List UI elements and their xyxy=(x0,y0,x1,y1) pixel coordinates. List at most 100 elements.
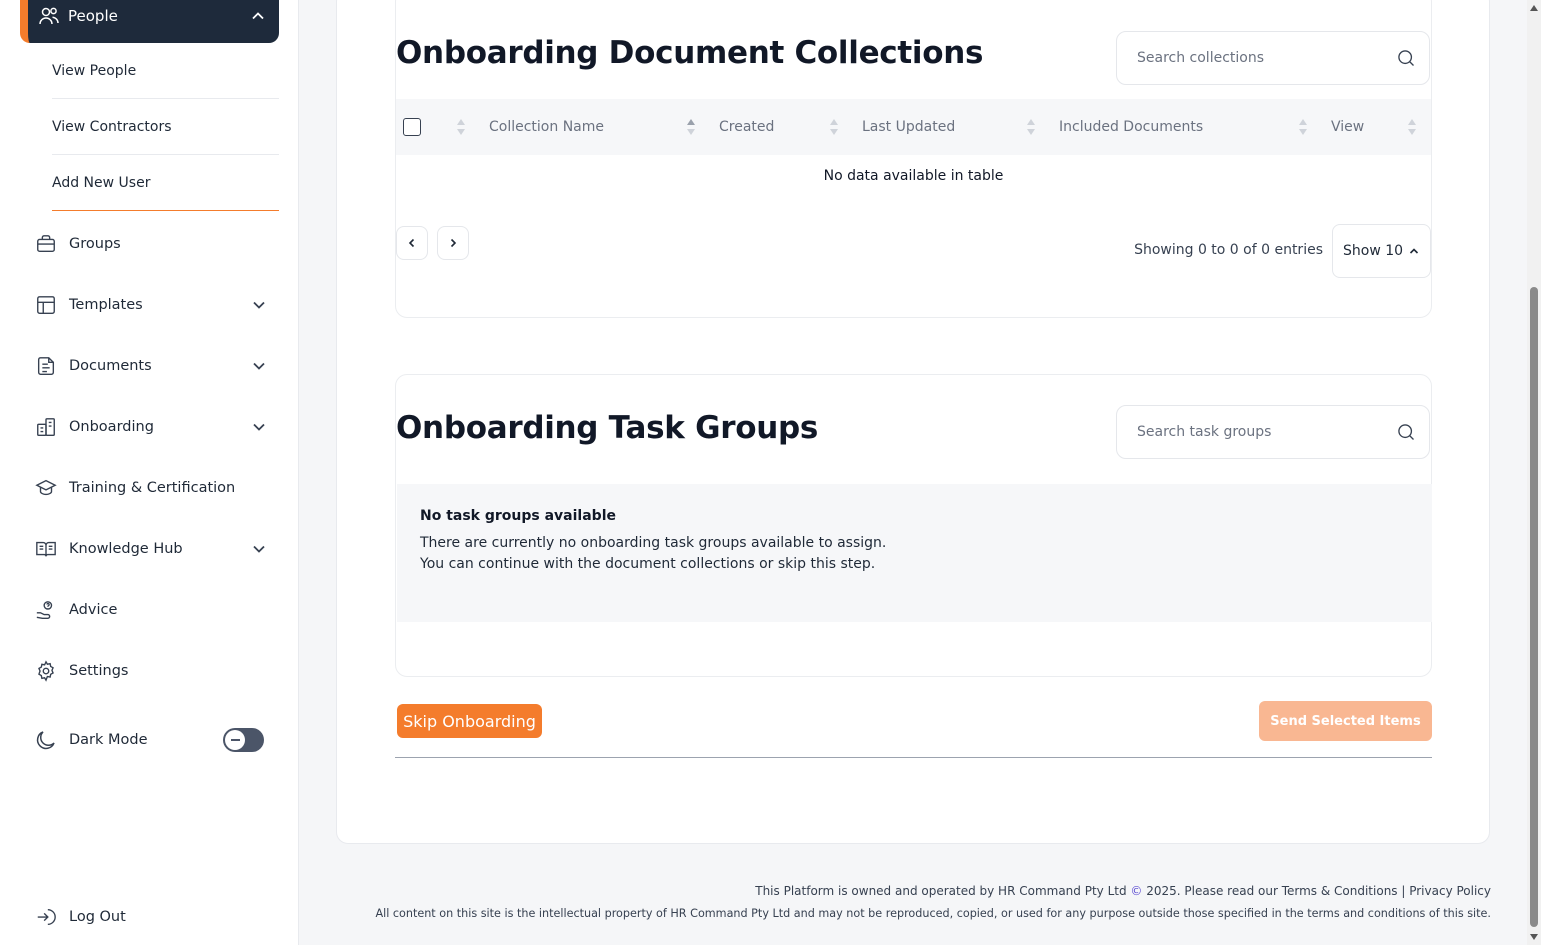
footer-copyright: All content on this site is the intellec… xyxy=(375,907,1491,920)
chevron-up-icon xyxy=(1409,248,1419,254)
graduation-cap-icon xyxy=(34,476,58,500)
footer-links-text[interactable]: 2025. Please read our Terms & Conditions… xyxy=(1146,884,1491,898)
sidebar-subitem-add-new-user[interactable]: Add New User xyxy=(52,155,279,211)
sidebar-item-advice[interactable]: Advice xyxy=(34,590,279,630)
sidebar-subitem-view-people[interactable]: View People xyxy=(52,43,279,99)
scroll-down-icon xyxy=(1530,934,1538,940)
gear-icon xyxy=(34,659,58,683)
column-label: Created xyxy=(719,119,775,135)
sidebar-item-knowledge-hub[interactable]: Knowledge Hub xyxy=(34,529,279,569)
dark-mode-toggle[interactable] xyxy=(223,728,264,752)
chevron-right-icon xyxy=(450,238,457,248)
sort-icon[interactable] xyxy=(1299,119,1307,135)
sort-icon[interactable] xyxy=(1027,119,1035,135)
layout-icon xyxy=(34,293,58,317)
collections-title: Onboarding Document Collections xyxy=(396,35,984,71)
sidebar-item-documents[interactable]: Documents xyxy=(34,346,279,386)
sidebar-item-dark-mode: Dark Mode xyxy=(34,720,279,760)
sidebar-subitem-label: View Contractors xyxy=(52,118,172,135)
column-label: Last Updated xyxy=(862,119,956,135)
sidebar-item-label: Settings xyxy=(69,663,129,679)
scrollbar-thumb[interactable] xyxy=(1530,287,1538,927)
send-selected-items-button[interactable]: Send Selected Items xyxy=(1259,701,1432,741)
chevron-up-icon[interactable] xyxy=(249,7,267,25)
empty-state-line: You can continue with the document colle… xyxy=(420,556,876,572)
sidebar-item-settings[interactable]: Settings xyxy=(34,651,279,691)
sidebar-item-people[interactable]: People xyxy=(20,0,279,43)
sidebar-item-label: People xyxy=(68,6,118,25)
sidebar-item-logout[interactable]: Log Out xyxy=(34,897,279,937)
empty-state-title: No task groups available xyxy=(420,508,616,524)
task-groups-search-input[interactable] xyxy=(1137,424,1395,440)
sidebar-item-groups[interactable]: Groups xyxy=(34,224,279,264)
collections-search-input[interactable] xyxy=(1137,50,1395,66)
chevron-down-icon[interactable] xyxy=(249,417,269,437)
column-collection-name[interactable]: Collection Name xyxy=(489,99,604,155)
sidebar-item-label: Advice xyxy=(69,602,118,618)
column-last-updated[interactable]: Last Updated xyxy=(862,99,955,155)
next-page-button[interactable] xyxy=(437,226,469,260)
moon-icon xyxy=(34,728,58,752)
document-edit-icon xyxy=(34,354,58,378)
page-size-select[interactable]: Show 10 xyxy=(1332,224,1431,278)
chevron-down-icon[interactable] xyxy=(249,539,269,559)
sort-icon[interactable] xyxy=(457,119,465,135)
sidebar-item-training-certification[interactable]: Training & Certification xyxy=(34,468,279,508)
select-all-cell xyxy=(403,99,421,155)
skip-onboarding-button[interactable]: Skip Onboarding xyxy=(397,704,542,738)
search-icon[interactable] xyxy=(1395,421,1417,443)
sort-icon[interactable] xyxy=(687,119,695,135)
sidebar-item-onboarding[interactable]: Onboarding xyxy=(34,407,279,447)
logout-icon xyxy=(34,905,58,929)
briefcase-icon xyxy=(34,232,58,256)
column-included-documents[interactable]: Included Documents xyxy=(1059,99,1203,155)
sidebar-item-label: Onboarding xyxy=(69,419,154,435)
entries-info: Showing 0 to 0 of 0 entries xyxy=(1134,242,1323,258)
search-icon[interactable] xyxy=(1395,47,1417,69)
sidebar-item-label: Log Out xyxy=(69,909,126,925)
divider xyxy=(395,757,1432,758)
chevron-down-icon[interactable] xyxy=(249,356,269,376)
scrollbar[interactable] xyxy=(1527,0,1541,945)
onboarding-icon xyxy=(34,415,58,439)
table-empty-message: No data available in table xyxy=(823,168,1004,184)
scroll-up-icon xyxy=(1530,5,1538,11)
column-label: View xyxy=(1331,119,1365,135)
chevron-left-icon xyxy=(408,238,415,248)
toggle-knob xyxy=(225,730,245,750)
task-groups-title: Onboarding Task Groups xyxy=(396,410,819,446)
empty-state-line: There are currently no onboarding task g… xyxy=(420,535,887,551)
task-groups-empty-state: No task groups available There are curre… xyxy=(397,484,1432,622)
sort-icon[interactable] xyxy=(830,119,838,135)
sidebar-item-label: Training & Certification xyxy=(69,480,236,496)
book-icon xyxy=(34,537,58,561)
task-groups-card: Onboarding Task Groups No task groups av… xyxy=(395,374,1432,677)
collections-search xyxy=(1116,31,1430,85)
select-all-checkbox[interactable] xyxy=(403,118,421,136)
sidebar-item-label: Groups xyxy=(69,236,121,252)
footer-text: This Platform is owned and operated by H… xyxy=(755,884,1127,898)
sidebar-subitem-view-contractors[interactable]: View Contractors xyxy=(52,99,279,155)
sort-icon[interactable] xyxy=(1408,119,1416,135)
sidebar-item-label: Documents xyxy=(69,358,152,374)
column-created[interactable]: Created xyxy=(719,99,774,155)
page-size-value: Show 10 xyxy=(1343,243,1404,259)
sidebar-item-label: Knowledge Hub xyxy=(69,541,183,557)
collections-card: Onboarding Document Collections Collecti… xyxy=(395,0,1432,318)
sidebar-item-label: Dark Mode xyxy=(69,732,148,748)
sidebar-subitem-label: Add New User xyxy=(52,174,151,191)
people-icon xyxy=(36,3,62,29)
sidebar: People View People View Contractors Add … xyxy=(0,0,299,945)
column-label: Included Documents xyxy=(1059,119,1204,135)
task-groups-search xyxy=(1116,405,1430,459)
sidebar-item-templates[interactable]: Templates xyxy=(34,285,279,325)
footer-ownership: This Platform is owned and operated by H… xyxy=(755,884,1491,898)
copyright-icon: © xyxy=(1130,884,1143,898)
hand-help-icon xyxy=(34,598,58,622)
collections-table-header: Collection Name Created Last Updated Inc… xyxy=(396,99,1431,155)
sidebar-item-label: Templates xyxy=(69,297,143,313)
column-label: Collection Name xyxy=(489,119,605,135)
chevron-down-icon[interactable] xyxy=(249,295,269,315)
prev-page-button[interactable] xyxy=(396,226,428,260)
column-view[interactable]: View xyxy=(1331,99,1364,155)
